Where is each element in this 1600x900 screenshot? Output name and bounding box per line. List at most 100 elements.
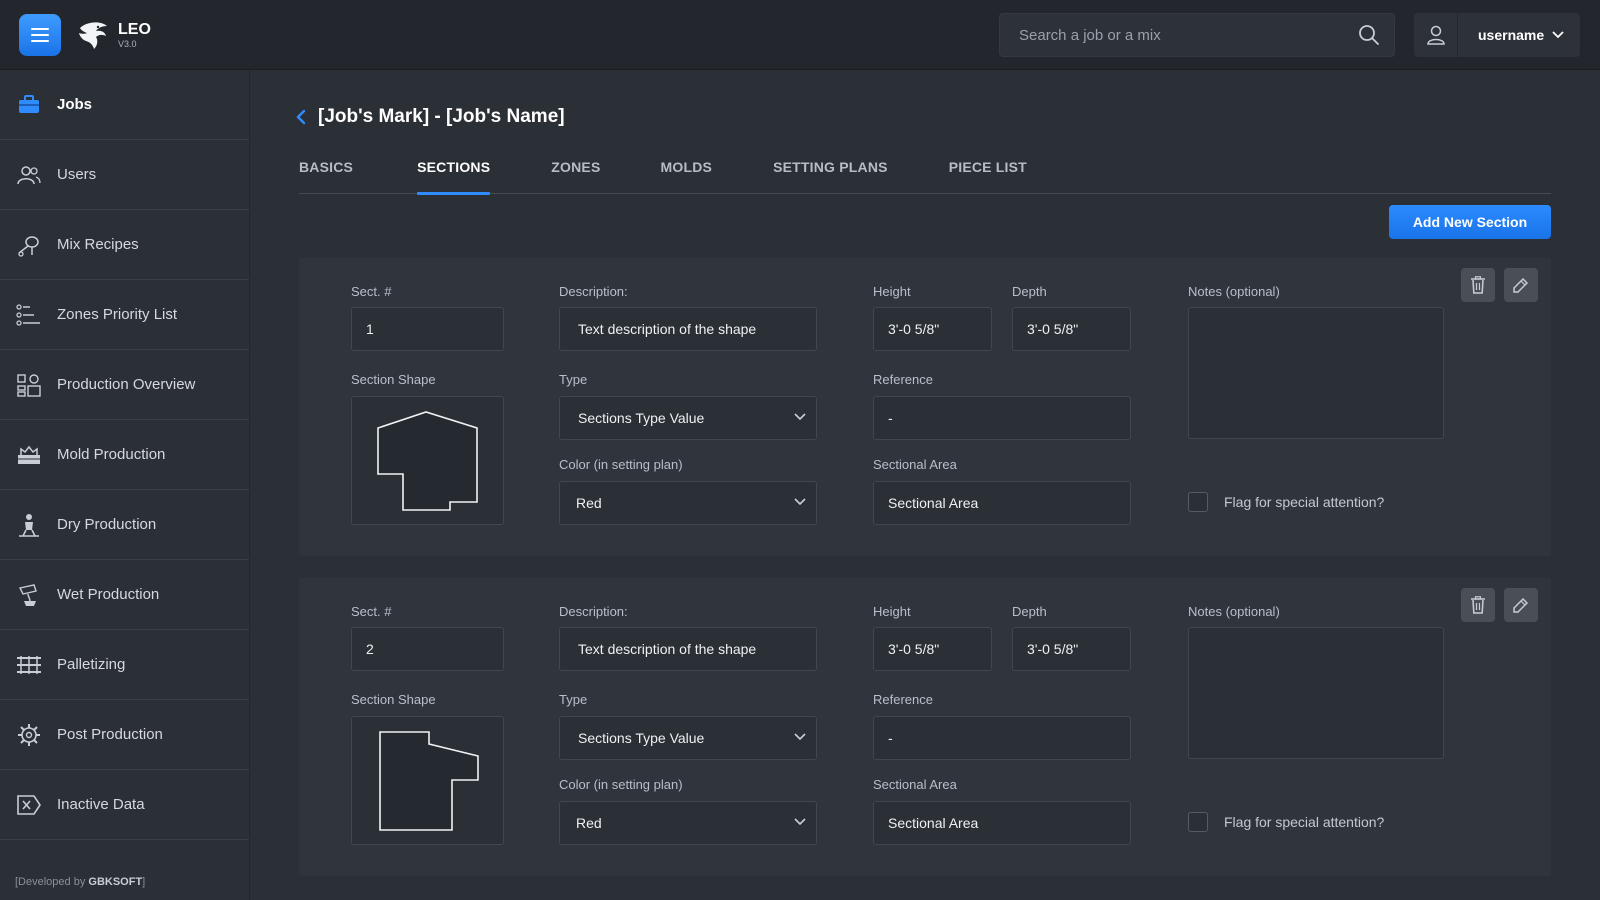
chevron-left-icon[interactable] [296,109,306,125]
chevron-down-icon [794,498,806,506]
reference-input[interactable]: - [873,716,1131,760]
flag-checkbox[interactable] [1188,492,1208,512]
sidebar-item-users[interactable]: Users [0,140,249,210]
depth-input[interactable]: 3'-0 5/8" [1012,627,1131,671]
trash-icon [1471,596,1485,614]
sidebar-item-zones-priority-list[interactable]: Zones Priority List [0,280,249,350]
pencil-icon [1513,597,1529,613]
delete-button[interactable] [1461,268,1495,302]
tab-zones[interactable]: ZONES [551,152,600,194]
height-input[interactable]: 3'-0 5/8" [873,627,992,671]
dev-company: GBKSOFT [88,876,143,888]
search-input[interactable] [1019,14,1339,56]
depth-input[interactable]: 3'-0 5/8" [1012,307,1131,351]
tab-sections[interactable]: SECTIONS [417,152,491,195]
sect-number-input[interactable]: 2 [351,627,504,671]
dev-suffix: ] [142,876,146,888]
color-select[interactable]: Red [559,481,817,525]
flag-label: Flag for special attention? [1224,814,1385,830]
pencil-icon [1513,277,1529,293]
description-label: Description: [559,604,628,619]
app-logo[interactable]: LEO V3.0 [76,18,151,52]
search-box [999,13,1395,57]
sectional-area-input[interactable]: Sectional Area [873,481,1131,525]
notes-textarea[interactable] [1188,627,1444,759]
user-avatar-icon [1414,13,1458,57]
sidebar-item-label: Production Overview [57,376,196,393]
worker-icon [16,512,42,538]
reference-input[interactable]: - [873,396,1131,440]
depth-label: Depth [1012,604,1047,619]
app-name: LEO [118,20,151,38]
section-shape-preview[interactable] [351,716,504,845]
sidebar-item-inactive-data[interactable]: Inactive Data [0,770,249,840]
section-card: Sect. # 1 Description: Text description … [299,258,1551,556]
reference-label: Reference [873,692,933,707]
sidebar-item-production-overview[interactable]: Production Overview [0,350,249,420]
add-new-section-button[interactable]: Add New Section [1389,205,1551,239]
delete-button[interactable] [1461,588,1495,622]
sidebar-item-label: Mix Recipes [57,236,139,253]
section-shape-label: Section Shape [351,692,436,707]
type-select-value: Sections Type Value [578,410,705,426]
reference-label: Reference [873,372,933,387]
search-icon[interactable] [1358,24,1380,46]
menu-button[interactable] [19,14,61,56]
tab-basics[interactable]: BASICS [299,152,353,194]
user-menu[interactable]: username [1414,13,1580,57]
color-label: Color (in setting plan) [559,457,683,472]
sidebar-item-label: Inactive Data [57,796,145,813]
description-label: Description: [559,284,628,299]
edit-button[interactable] [1504,588,1538,622]
sidebar-item-dry-production[interactable]: Dry Production [0,490,249,560]
sectional-area-label: Sectional Area [873,777,957,792]
sidebar-item-label: Zones Priority List [57,306,178,323]
color-select-value: Red [576,495,602,511]
depth-label: Depth [1012,284,1047,299]
sidebar-item-jobs[interactable]: Jobs [0,70,249,140]
flag-checkbox[interactable] [1188,812,1208,832]
sidebar-item-wet-production[interactable]: Wet Production [0,560,249,630]
sect-number-label: Sect. # [351,284,392,299]
tab-piece-list[interactable]: PIECE LIST [949,152,1027,194]
section-card: Sect. # 2 Description: Text description … [299,578,1551,876]
description-input[interactable]: Text description of the shape [559,627,817,671]
type-label: Type [559,372,588,387]
tab-setting-plans[interactable]: SETTING PLANS [773,152,888,194]
mixer-icon [16,232,42,258]
sidebar-item-mix-recipes[interactable]: Mix Recipes [0,210,249,280]
tab-molds[interactable]: MOLDS [661,152,713,194]
sect-number-input[interactable]: 1 [351,307,504,351]
notes-textarea[interactable] [1188,307,1444,439]
chevron-down-icon [794,733,806,741]
sidebar-item-label: Palletizing [57,656,126,673]
pallet-icon [16,652,42,678]
sectional-area-input[interactable]: Sectional Area [873,801,1131,845]
main-content: [Job's Mark] - [Job's Name] BASICS SECTI… [250,70,1600,900]
height-input[interactable]: 3'-0 5/8" [873,307,992,351]
username-label: username [1478,27,1545,43]
page-header: [Job's Mark] - [Job's Name] [296,106,565,128]
section-shape-drawing [376,410,478,511]
section-shape-preview[interactable] [351,396,504,525]
description-input[interactable]: Text description of the shape [559,307,817,351]
gear-icon [16,722,42,748]
trash-icon [1471,276,1485,294]
sidebar-item-label: Mold Production [57,446,166,463]
color-select[interactable]: Red [559,801,817,845]
color-select-value: Red [576,815,602,831]
sidebar-item-label: Post Production [57,726,163,743]
sidebar-item-mold-production[interactable]: Mold Production [0,420,249,490]
type-select[interactable]: Sections Type Value [559,716,817,760]
type-select[interactable]: Sections Type Value [559,396,817,440]
chevron-down-icon [794,413,806,421]
section-shape-drawing [378,730,479,831]
color-label: Color (in setting plan) [559,777,683,792]
edit-button[interactable] [1504,268,1538,302]
sidebar-item-post-production[interactable]: Post Production [0,700,249,770]
sect-number-label: Sect. # [351,604,392,619]
chevron-down-icon [1552,31,1564,39]
page-title: [Job's Mark] - [Job's Name] [318,106,565,127]
section-shape-label: Section Shape [351,372,436,387]
sidebar-item-palletizing[interactable]: Palletizing [0,630,249,700]
